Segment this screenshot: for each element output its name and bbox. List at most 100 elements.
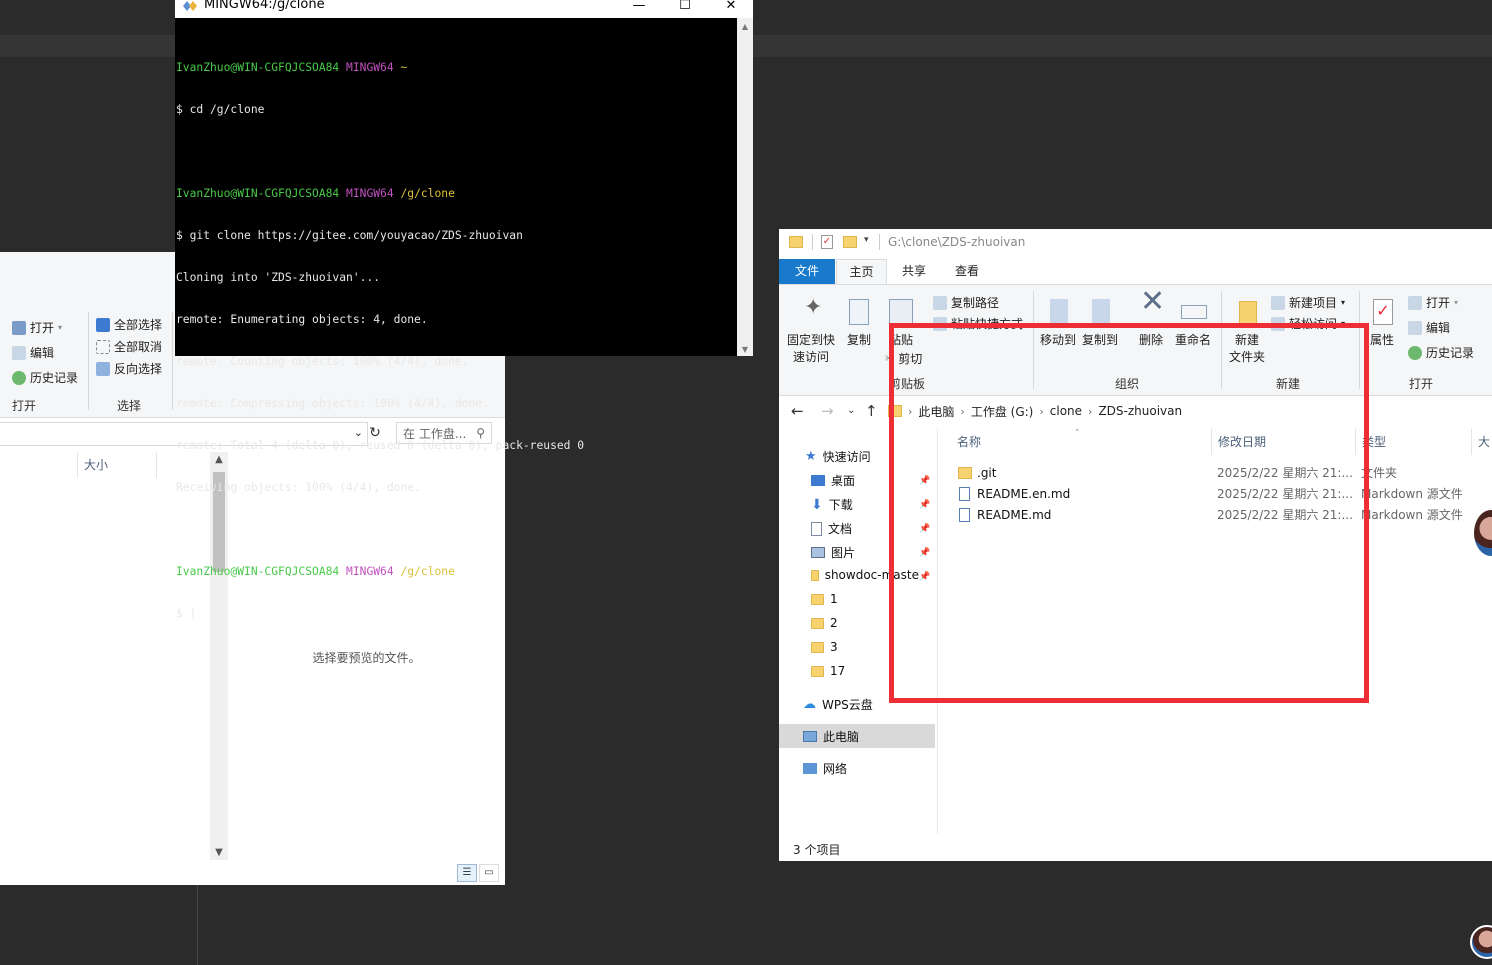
chevron-down-icon: ▾ (58, 323, 63, 332)
scroll-up-icon[interactable]: ▲ (737, 22, 753, 31)
terminal-prompt[interactable]: $ | (176, 607, 736, 621)
cloud-icon: ☁ (803, 697, 816, 712)
qat-separator (879, 234, 880, 250)
left-edit-button[interactable]: 编辑 (12, 344, 54, 361)
tab-home[interactable]: 主页 (836, 259, 887, 284)
git-bash-icon (183, 1, 197, 11)
invert-select-button[interactable]: 反向选择 (96, 360, 162, 377)
new-folder-icon[interactable] (843, 236, 857, 248)
terminal-line: remote: Total 4 (delta 0), reused 0 (del… (176, 439, 585, 452)
right-open-button[interactable]: 打开 ▾ (1408, 294, 1458, 311)
chevron-down-icon: ▾ (1454, 298, 1459, 307)
right-edit-button[interactable]: 编辑 (1408, 319, 1450, 336)
terminal-line: $ cd /g/clone (176, 103, 265, 116)
nav-item-wps-cloud[interactable]: ☁ WPS云盘 (803, 696, 873, 713)
terminal-line: remote: Counting objects: 100% (4/4), do… (176, 355, 469, 368)
select-all-button[interactable]: 全部选择 (96, 316, 162, 333)
nav-item-folder-1[interactable]: 1 (811, 592, 838, 606)
copy-path-icon (933, 295, 947, 310)
nav-item-desktop[interactable]: 桌面 (811, 472, 855, 489)
nav-item-pictures[interactable]: 图片 (811, 544, 855, 561)
avatar[interactable] (1470, 925, 1492, 959)
up-arrow-icon[interactable]: ↑ (865, 402, 878, 420)
tab-share[interactable]: 共享 (892, 259, 936, 284)
terminal-line: IvanZhuo@WIN-CGFQJCSOA84 MINGW64 /g/clon… (176, 187, 455, 200)
details-view-icon[interactable]: ☰ (457, 864, 477, 882)
edit-icon (1408, 320, 1422, 335)
folder-icon (811, 617, 824, 629)
terminal-line: remote: Enumerating objects: 4, done. (176, 313, 428, 326)
folder-icon (811, 593, 824, 605)
left-open-button[interactable]: 打开 ▾ (12, 319, 62, 336)
group-label-open: 打开 (1409, 377, 1434, 391)
forward-arrow-icon[interactable]: → (821, 402, 834, 420)
pictures-icon (811, 547, 825, 558)
chevron-down-icon: ▾ (1341, 298, 1346, 307)
tab-file[interactable]: 文件 (779, 259, 835, 284)
invert-select-icon (96, 361, 110, 376)
terminal-window[interactable]: MINGW64:/g/clone — ☐ ✕ IvanZhuo@WIN-CGFQ… (175, 0, 753, 620)
left-history-button[interactable]: 历史记录 (12, 369, 78, 386)
computer-icon (803, 731, 817, 742)
column-header-size[interactable]: 大 (1471, 429, 1492, 455)
nav-item-downloads[interactable]: ⬇ 下载 (811, 496, 853, 513)
nav-item-this-pc[interactable]: 此电脑 (803, 728, 859, 745)
column-header-type[interactable]: 类型 (1355, 429, 1471, 455)
properties-icon: ✓ (1366, 297, 1398, 329)
network-icon (803, 763, 817, 774)
copy-icon (843, 297, 875, 329)
view-toggle: ☰ ▭ (457, 864, 499, 882)
window-title-path: G:\clone\ZDS-zhuoivan (888, 235, 1026, 249)
star-icon: ★ (805, 449, 817, 464)
terminal-line: IvanZhuo@WIN-CGFQJCSOA84 MINGW64 /g/clon… (176, 565, 455, 578)
nav-item-folder-17[interactable]: 17 (811, 664, 845, 678)
close-button[interactable]: ✕ (708, 0, 754, 18)
recent-locations-icon[interactable]: ⌄ (847, 405, 855, 416)
properties-button[interactable]: ✓ 属性 (1365, 297, 1399, 349)
nav-item-network[interactable]: 网络 (803, 760, 847, 777)
terminal-output[interactable]: IvanZhuo@WIN-CGFQJCSOA84 MINGW64 ~ $ cd … (176, 33, 736, 649)
terminal-line: Receiving objects: 100% (4/4), done. (176, 481, 421, 494)
desktop-icon (811, 475, 825, 486)
ribbon-separator (172, 312, 173, 410)
minimize-button[interactable]: — (616, 0, 662, 18)
new-item-button[interactable]: 新建项目 ▾ (1271, 294, 1345, 311)
scroll-down-icon[interactable]: ▼ (210, 847, 228, 858)
terminal-titlebar[interactable]: MINGW64:/g/clone — ☐ ✕ (175, 0, 753, 18)
select-none-icon (96, 339, 110, 354)
copy-path-button[interactable]: 复制路径 (933, 294, 999, 311)
maximize-button[interactable]: ☐ (662, 0, 708, 18)
group-label-open: 打开 (12, 399, 37, 413)
pin-quick-access-button[interactable]: ✦ 固定到快 速访问 (785, 297, 837, 366)
nav-item-folder-2[interactable]: 2 (811, 616, 838, 630)
qat-customize-icon[interactable]: ▾ (864, 235, 869, 245)
properties-icon[interactable]: ✓ (821, 235, 833, 249)
download-icon: ⬇ (811, 496, 823, 513)
back-arrow-icon[interactable]: ← (791, 402, 804, 420)
copy-button[interactable]: 复制 (843, 297, 875, 349)
nav-item-folder-3[interactable]: 3 (811, 640, 838, 654)
column-header-size[interactable]: 大小 (77, 452, 157, 478)
scroll-down-icon[interactable]: ▼ (737, 345, 753, 354)
document-icon (811, 521, 822, 536)
right-history-button[interactable]: 历史记录 (1408, 344, 1474, 361)
tab-view[interactable]: 查看 (945, 259, 989, 284)
select-all-icon (96, 317, 110, 332)
folder-icon (811, 569, 819, 581)
quick-access-toolbar: ✓ ▾ G:\clone\ZDS-zhuoivan (779, 229, 1492, 257)
open-icon (1408, 295, 1422, 310)
terminal-line: Cloning into 'ZDS-zhuoivan'... (176, 271, 381, 284)
ribbon-tabs: 文件 主页 共享 查看 (779, 259, 1492, 284)
nav-item-documents[interactable]: 文档 (811, 520, 852, 537)
nav-item-quick-access[interactable]: ★ 快速访问 (805, 448, 871, 465)
edit-icon (12, 345, 26, 360)
terminal-scrollbar[interactable]: ▲ ▼ (737, 18, 753, 356)
large-icons-view-icon[interactable]: ▭ (479, 864, 499, 882)
red-highlight-annotation (889, 323, 1369, 703)
new-item-icon (1271, 295, 1285, 310)
select-none-button[interactable]: 全部取消 (96, 338, 162, 355)
folder-icon (811, 665, 824, 677)
preview-pane-message: 选择要预览的文件。 (312, 651, 421, 665)
